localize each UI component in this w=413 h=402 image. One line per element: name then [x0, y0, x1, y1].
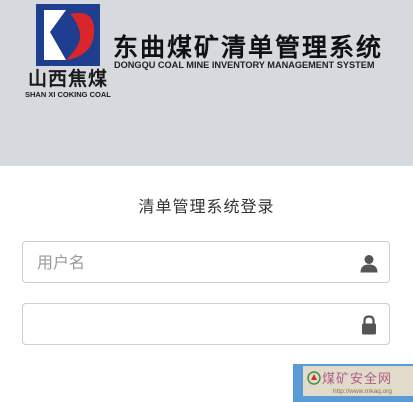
watermark-text: 煤矿安全网 — [322, 372, 393, 387]
system-title-en: DONGQU COAL MINE INVENTORY MANAGEMENT SY… — [114, 60, 375, 70]
system-title-cn: 东曲煤矿清单管理系统 — [113, 33, 384, 62]
company-logo — [36, 4, 100, 66]
watermark-logo-icon — [307, 371, 321, 385]
logo-mark-icon — [36, 4, 100, 66]
brand-name-cn: 山西焦煤 — [28, 68, 109, 90]
login-title: 清单管理系统登录 — [138, 197, 275, 216]
user-icon — [360, 255, 378, 273]
username-input[interactable] — [23, 242, 343, 282]
header-banner: 山西焦煤 SHAN XI COKING COAL 东曲煤矿清单管理系统 DONG… — [0, 0, 413, 166]
username-field[interactable] — [22, 241, 390, 283]
password-field[interactable] — [22, 303, 390, 345]
password-input[interactable] — [23, 304, 343, 344]
watermark-url: http://www.mkaq.org — [333, 388, 392, 395]
lock-icon — [362, 315, 376, 335]
brand-name-en: SHAN XI COKING COAL — [25, 90, 111, 99]
